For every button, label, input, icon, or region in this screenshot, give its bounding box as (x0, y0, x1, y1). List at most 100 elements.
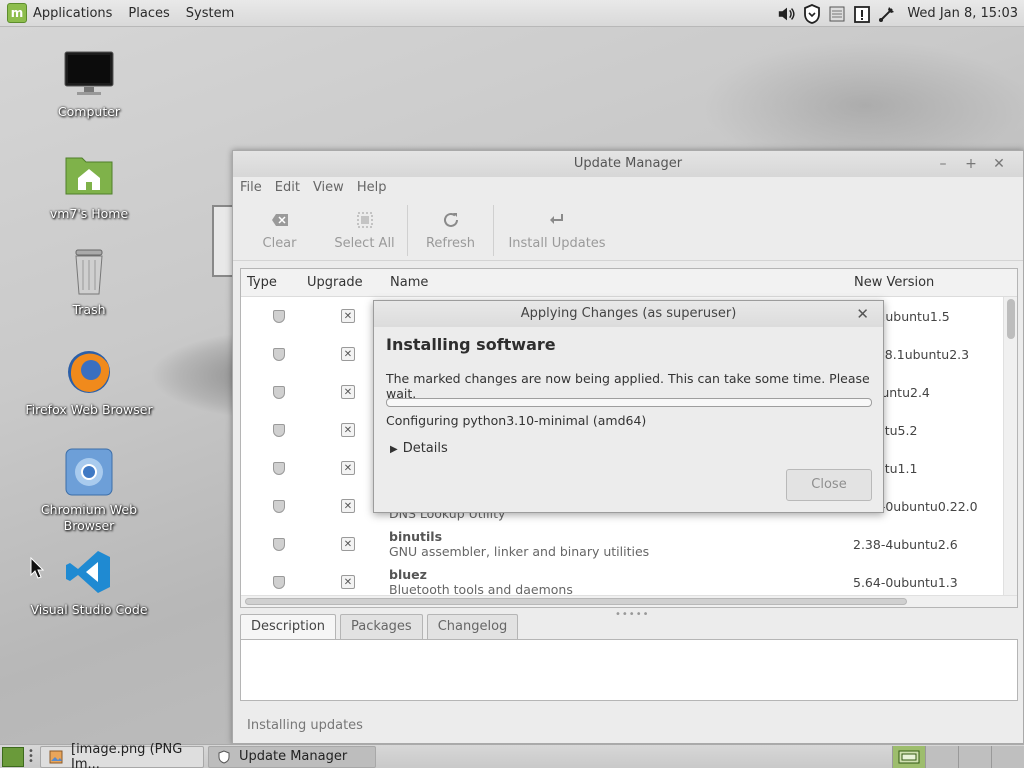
update-type-icon (273, 537, 285, 551)
clear-icon (271, 210, 289, 230)
desktop-icon-trash[interactable]: Trash (24, 248, 154, 318)
horizontal-scrollbar[interactable] (241, 595, 1017, 607)
workspace-2[interactable] (925, 746, 958, 768)
taskbar-item-update-manager[interactable]: Update Manager (208, 745, 376, 768)
clear-button[interactable]: Clear (237, 201, 322, 260)
refresh-label: Refresh (425, 236, 476, 251)
upgrade-checkbox[interactable]: ✕ (341, 385, 355, 399)
update-type-icon (273, 385, 285, 399)
workspace-1[interactable] (892, 746, 925, 768)
menu-system[interactable]: System (186, 6, 234, 21)
bottom-panel: • • • [image.png (PNG Im... Update Manager (0, 742, 1024, 768)
vertical-scrollbar[interactable] (1003, 297, 1017, 595)
upgrade-checkbox[interactable]: ✕ (341, 461, 355, 475)
close-icon[interactable]: ✕ (856, 301, 869, 327)
show-desktop-icon[interactable] (2, 746, 24, 767)
home-folder-icon (64, 152, 114, 200)
install-updates-label: Install Updates (508, 236, 606, 251)
clock[interactable]: Wed Jan 8, 15:03 (907, 6, 1018, 21)
upgrade-checkbox[interactable]: ✕ (341, 347, 355, 361)
menu-file[interactable]: File (240, 180, 262, 195)
column-upgrade[interactable]: Upgrade (285, 275, 369, 290)
menu-view[interactable]: View (313, 180, 344, 195)
package-version: 2.38-4ubuntu2.6 (853, 536, 958, 552)
desktop-icon-label: Chromium Web Browser (40, 502, 138, 533)
desktop-icon-home[interactable]: vm7's Home (24, 152, 154, 222)
image-viewer-icon (49, 750, 63, 764)
shield-icon (217, 749, 231, 764)
detail-tabs: Description Packages Changelog (240, 614, 522, 640)
tab-packages[interactable]: Packages (340, 614, 423, 640)
desktop-icon-chromium[interactable]: Chromium Web Browser (24, 448, 154, 534)
tab-changelog[interactable]: Changelog (426, 614, 519, 640)
taskbar-item-image-viewer[interactable]: [image.png (PNG Im... (40, 742, 204, 768)
maximize-button[interactable]: + (957, 151, 985, 177)
taskbar-item-label: [image.png (PNG Im... (71, 741, 183, 768)
progress-bar (386, 398, 872, 407)
desktop-icon-label: vm7's Home (49, 206, 129, 221)
upgrade-checkbox[interactable]: ✕ (341, 309, 355, 323)
taskbar-item-label: Update Manager (239, 749, 348, 764)
update-type-icon (273, 309, 285, 323)
toolbar: Clear Select All Refresh Install Updates (233, 201, 1023, 261)
configuring-status: Configuring python3.10-minimal (amd64) (386, 413, 647, 428)
install-icon (549, 210, 565, 230)
upgrade-checkbox[interactable]: ✕ (341, 423, 355, 437)
system-tray: Wed Jan 8, 15:03 (772, 0, 1018, 27)
window-title: Update Manager (573, 156, 683, 171)
panel-handle-icon[interactable]: • • • (28, 747, 36, 767)
menu-places[interactable]: Places (128, 6, 169, 21)
mouse-pointer (30, 556, 45, 583)
minimize-button[interactable]: – (929, 151, 957, 177)
install-updates-button[interactable]: Install Updates (494, 201, 620, 260)
column-name[interactable]: Name (369, 275, 833, 290)
menu-help[interactable]: Help (357, 180, 387, 195)
workspace-3[interactable] (958, 746, 991, 768)
dialog-heading: Installing software (386, 335, 556, 354)
desktop-icon-label: Trash (72, 302, 106, 317)
trash-icon (64, 248, 114, 296)
dialog-titlebar[interactable]: Applying Changes (as superuser) ✕ (374, 301, 883, 327)
select-all-button[interactable]: Select All (322, 201, 407, 260)
tab-description[interactable]: Description (240, 614, 337, 640)
close-window-button[interactable]: ✕ (985, 151, 1013, 177)
desktop-icon-firefox[interactable]: Firefox Web Browser (24, 348, 154, 418)
column-new-version[interactable]: New Version (833, 275, 934, 290)
window-titlebar[interactable]: Update Manager – + ✕ (233, 151, 1023, 177)
network-icon[interactable] (877, 4, 897, 24)
scrollbar-thumb[interactable] (1007, 299, 1015, 339)
background-window-edge (212, 205, 234, 277)
close-button[interactable]: Close (786, 469, 872, 501)
mint-menu-icon[interactable]: m (7, 3, 27, 23)
upgrade-checkbox[interactable]: ✕ (341, 575, 355, 589)
volume-icon[interactable] (777, 4, 797, 24)
desktop-icon-label: Visual Studio Code (30, 602, 148, 617)
details-expander[interactable]: ▶ Details (390, 441, 448, 456)
update-type-icon (273, 499, 285, 513)
keyboard-icon[interactable] (827, 4, 847, 24)
menu-applications[interactable]: Applications (33, 6, 112, 21)
table-row[interactable]: ✕ binutils GNU assembler, linker and bina… (241, 525, 1017, 563)
pane-resize-handle[interactable]: ••••• (615, 609, 650, 620)
upgrade-checkbox[interactable]: ✕ (341, 537, 355, 551)
dialog-title: Applying Changes (as superuser) (520, 306, 737, 321)
package-name: binutils (389, 529, 443, 544)
package-version: 5.64-0ubuntu1.3 (853, 574, 958, 590)
desktop-icon-computer[interactable]: Computer (24, 50, 154, 120)
update-type-icon (273, 575, 285, 589)
chromium-icon (64, 448, 114, 496)
upgrade-checkbox[interactable]: ✕ (341, 499, 355, 513)
details-label: Details (402, 441, 448, 456)
top-panel: m Applications Places System Wed Jan 8, … (0, 0, 1024, 27)
column-type[interactable]: Type (241, 275, 285, 290)
scrollbar-thumb[interactable] (245, 598, 907, 605)
refresh-button[interactable]: Refresh (408, 201, 493, 260)
menu-edit[interactable]: Edit (275, 180, 300, 195)
notification-icon[interactable] (852, 4, 872, 24)
window-menubar: File Edit View Help (233, 177, 1023, 197)
shield-update-icon[interactable] (802, 3, 822, 24)
workspace-4[interactable] (991, 746, 1024, 768)
expander-arrow-icon: ▶ (390, 444, 398, 455)
update-type-icon (273, 347, 285, 361)
select-all-label: Select All (334, 236, 395, 251)
